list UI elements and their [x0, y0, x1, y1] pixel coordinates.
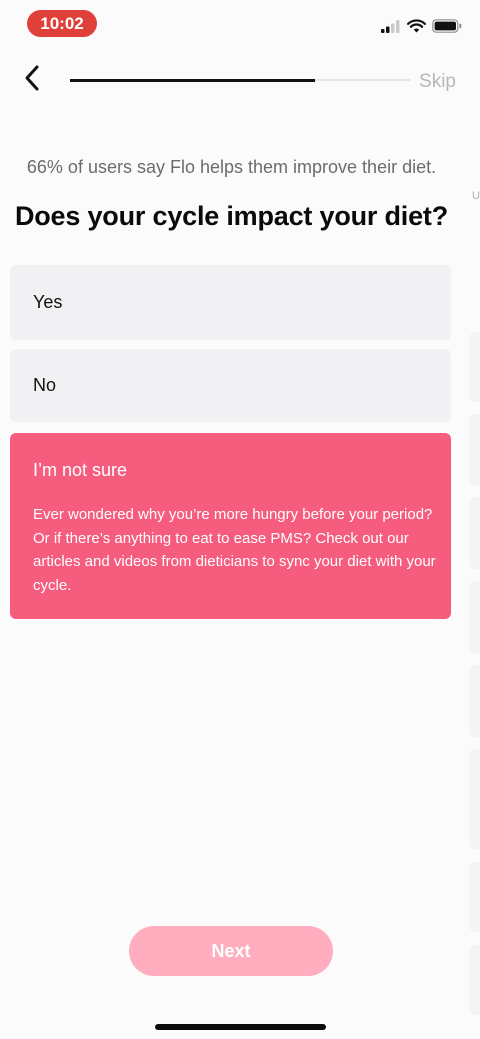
next-button[interactable]: Next — [129, 926, 333, 976]
progress-bar — [70, 78, 410, 82]
edge-peek-card — [469, 665, 480, 737]
option-label: Yes — [33, 292, 63, 312]
option-not-sure[interactable]: I’m not sure Ever wondered why you’re mo… — [10, 433, 451, 619]
progress-fill — [70, 78, 315, 82]
status-bar: 10:02 — [0, 0, 480, 50]
skip-button[interactable]: Skip — [419, 71, 456, 93]
edge-peek-card — [469, 414, 480, 486]
home-indicator — [155, 1024, 326, 1030]
option-yes[interactable]: Yes — [10, 265, 451, 340]
question-title: Does your cycle impact your diet? — [14, 201, 449, 231]
signal-icon — [381, 19, 401, 38]
option-no[interactable]: No — [10, 349, 451, 422]
edge-peek-card — [469, 332, 480, 402]
chevron-left-icon — [23, 64, 41, 97]
edge-peek-card — [469, 862, 480, 932]
wifi-icon — [407, 19, 426, 38]
option-label: I’m not sure — [33, 460, 128, 480]
edge-peek-card — [469, 945, 480, 1015]
status-time: 10:02 — [27, 10, 97, 37]
edge-peek-card — [469, 497, 480, 569]
option-description: Ever wondered why you’re more hungry bef… — [33, 506, 436, 594]
battery-icon — [432, 19, 462, 38]
status-icons — [381, 19, 462, 38]
edge-peek-card — [469, 749, 480, 849]
option-label: No — [33, 375, 57, 395]
edge-peek-card — [469, 581, 480, 653]
edge-peek-text: U — [472, 190, 480, 202]
back-button[interactable] — [14, 62, 50, 98]
subtitle: 66% of users say Flo helps them improve … — [26, 157, 437, 177]
